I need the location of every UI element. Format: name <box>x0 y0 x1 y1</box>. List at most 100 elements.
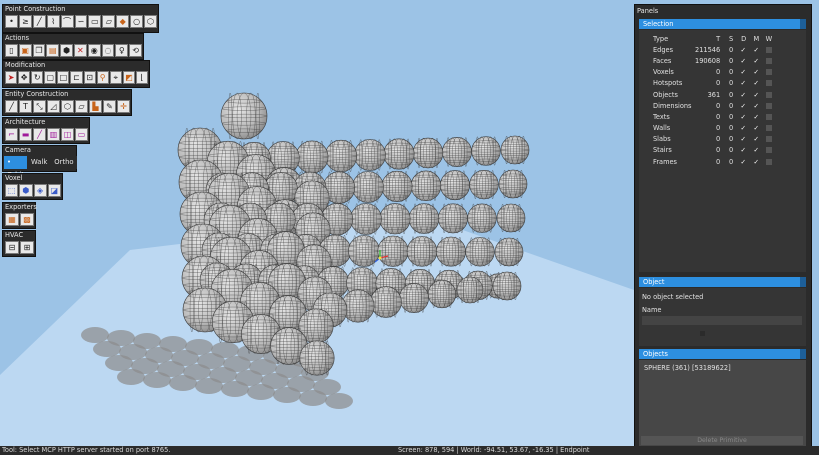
rotate-icon[interactable]: ↻ <box>31 71 44 84</box>
sphere[interactable] <box>352 171 384 203</box>
box-entity-icon[interactable]: ⬡ <box>61 100 74 113</box>
sphere-entity-icon[interactable]: ✎ <box>103 100 116 113</box>
checkbox-m[interactable]: ✓ <box>753 147 759 154</box>
sphere[interactable] <box>436 236 466 267</box>
save-icon[interactable]: ▣ <box>18 44 32 57</box>
checkbox-m[interactable]: ✓ <box>753 102 759 109</box>
checkbox-d[interactable]: ✓ <box>740 80 746 87</box>
reset-icon[interactable]: ⟲ <box>129 44 142 57</box>
sphere[interactable] <box>406 236 438 267</box>
checkbox-d[interactable]: ✓ <box>740 58 746 65</box>
duct-icon[interactable]: ⊟ <box>5 241 19 254</box>
voxel-cube-icon[interactable]: ◈ <box>33 184 47 197</box>
sphere[interactable] <box>381 170 413 202</box>
lightbulb-icon[interactable]: ♀ <box>115 44 129 57</box>
line-entity-icon[interactable]: ╱ <box>5 100 18 113</box>
checkbox-d[interactable]: ✓ <box>740 102 746 109</box>
section-icon[interactable]: ▱ <box>75 100 88 113</box>
sphere[interactable] <box>220 92 268 140</box>
checkbox-m[interactable]: ✓ <box>753 91 759 98</box>
delete-primitive-button[interactable]: Delete Primitive <box>641 436 803 445</box>
sphere[interactable] <box>456 276 484 304</box>
polyline-icon[interactable]: ⌇ <box>46 15 60 28</box>
column-icon[interactable]: ▭ <box>75 128 88 141</box>
door-icon[interactable]: ◫ <box>61 128 74 141</box>
sphere[interactable] <box>350 203 382 235</box>
sphere[interactable] <box>469 170 499 200</box>
sphere[interactable] <box>412 137 444 169</box>
checkbox-w[interactable] <box>766 80 773 87</box>
checkbox-w[interactable] <box>766 158 773 165</box>
export-b-icon[interactable]: ▩ <box>20 213 34 226</box>
sphere[interactable] <box>383 138 415 170</box>
copy-icon[interactable]: ❐ <box>32 44 46 57</box>
checkbox-w[interactable] <box>766 57 773 64</box>
sphere[interactable] <box>410 170 442 202</box>
panel-scroll-handle[interactable] <box>800 19 806 29</box>
checkbox-d[interactable]: ✓ <box>740 47 746 54</box>
objects-list-item[interactable]: SPHERE (361) [53189622] <box>644 364 731 372</box>
camera-orbit-button[interactable]: • Orbit <box>4 156 28 179</box>
camera-walk-button[interactable]: Walk <box>28 156 51 169</box>
checkbox-w[interactable] <box>766 102 773 109</box>
sphere[interactable] <box>438 203 468 234</box>
sphere[interactable] <box>440 170 470 201</box>
offset-icon[interactable]: ▱ <box>102 15 116 28</box>
sphere[interactable] <box>498 169 528 199</box>
new-file-icon[interactable]: ▯ <box>5 44 18 57</box>
checkbox-d[interactable]: ✓ <box>740 125 746 132</box>
checkbox-w[interactable] <box>766 46 773 53</box>
checkbox-w[interactable] <box>766 69 773 76</box>
voxel-add-icon[interactable]: ⬢ <box>19 184 33 197</box>
panel-scroll-handle[interactable] <box>800 277 806 287</box>
export-icon[interactable]: ▤ <box>46 44 60 57</box>
paint-bucket-icon[interactable]: ◆ <box>116 15 130 28</box>
checkbox-m[interactable]: ✓ <box>753 114 759 121</box>
name-input[interactable] <box>642 316 802 325</box>
sphere[interactable] <box>379 203 411 235</box>
follow-me-icon[interactable]: ⊏ <box>70 71 83 84</box>
sphere[interactable] <box>295 140 329 174</box>
checkbox-d[interactable]: ✓ <box>740 91 746 98</box>
sphere[interactable] <box>492 271 522 301</box>
text-entity-icon[interactable]: T <box>19 100 32 113</box>
line-icon[interactable]: ╱ <box>32 15 46 28</box>
eye-icon[interactable]: ◉ <box>87 44 101 57</box>
sphere[interactable] <box>494 237 524 267</box>
name-apply-button[interactable] <box>700 331 705 336</box>
sphere[interactable] <box>299 340 335 376</box>
select-arrow-icon[interactable]: ➤ <box>5 71 18 84</box>
slab-icon[interactable]: ▬ <box>19 128 32 141</box>
checkbox-d[interactable]: ✓ <box>740 147 746 154</box>
arc-icon[interactable]: ⌒ <box>60 15 74 28</box>
checkbox-m[interactable]: ✓ <box>753 158 759 165</box>
object-panel-header[interactable]: Object <box>639 277 806 287</box>
checkbox-m[interactable]: ✓ <box>753 125 759 132</box>
checkbox-w[interactable] <box>766 113 773 120</box>
sphere[interactable] <box>348 235 380 267</box>
stairs-icon[interactable]: ⌊ <box>135 71 149 84</box>
surface-icon[interactable]: ◿ <box>47 100 60 113</box>
sphere[interactable] <box>465 237 495 267</box>
cylinder-icon[interactable]: ▙ <box>89 100 102 113</box>
sphere[interactable] <box>408 203 440 234</box>
checkbox-w[interactable] <box>766 125 773 132</box>
sphere[interactable] <box>467 203 497 233</box>
voxel-paint-icon[interactable]: ◪ <box>47 184 61 197</box>
vent-icon[interactable]: ⊞ <box>20 241 34 254</box>
checkbox-d[interactable]: ✓ <box>740 136 746 143</box>
window-icon[interactable]: ▥ <box>47 128 60 141</box>
scale-icon[interactable]: ▢ <box>44 71 57 84</box>
checkbox-d[interactable]: ✓ <box>740 69 746 76</box>
delete-icon[interactable]: ✕ <box>73 44 87 57</box>
rectangle-icon[interactable]: ▭ <box>88 15 102 28</box>
objects-panel-header[interactable]: Objects <box>639 349 806 359</box>
voxel-select-icon[interactable]: ⬚ <box>5 184 19 197</box>
panel-scroll-handle[interactable] <box>800 349 806 359</box>
checkbox-d[interactable]: ✓ <box>740 158 746 165</box>
checkbox-w[interactable] <box>766 136 773 143</box>
eraser-icon[interactable]: ◩ <box>122 71 135 84</box>
cross-icon[interactable]: ✛ <box>117 100 130 113</box>
export-a-icon[interactable]: ▦ <box>5 213 19 226</box>
sphere[interactable] <box>377 235 409 267</box>
